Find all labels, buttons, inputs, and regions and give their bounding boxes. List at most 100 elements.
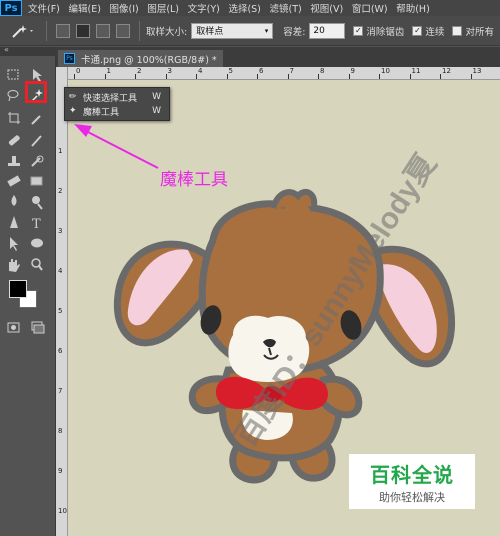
ruler-tick-label: 9 — [350, 67, 355, 75]
tool-highlight-box — [25, 81, 47, 103]
svg-text:T: T — [32, 217, 41, 232]
ruler-tick-label: 3 — [167, 67, 172, 75]
ruler-tick-label: 0 — [76, 67, 81, 75]
subtract-from-selection-button[interactable] — [96, 23, 110, 38]
ruler-tick-label: 9 — [58, 467, 63, 475]
menu-bar: Ps 文件(F) 编辑(E) 图像(I) 图层(L) 文字(Y) 选择(S) 滤… — [0, 0, 500, 16]
ruler-tick-mark — [74, 74, 75, 79]
ruler-vertical[interactable]: 1 2 3 4 5 6 7 8 9 10 — [56, 67, 68, 536]
ps-file-icon: Ps — [64, 53, 75, 64]
intersect-selection-button[interactable] — [116, 23, 130, 38]
ruler-tick-label: 1 — [58, 147, 63, 155]
check-icon: ✓ — [412, 25, 423, 36]
menu-view[interactable]: 视图(V) — [310, 1, 343, 15]
separator — [139, 20, 140, 41]
healing-brush-icon[interactable] — [8, 135, 20, 147]
collapse-arrows-icon: « — [4, 45, 9, 54]
ruler-tick-mark — [318, 74, 319, 79]
ruler-tick-mark — [196, 74, 197, 79]
clone-stamp-icon[interactable] — [8, 156, 20, 166]
ruler-tick-mark — [379, 74, 380, 79]
contiguous-checkbox[interactable]: ✓ 连续 — [412, 24, 444, 38]
ruler-tick-label: 6 — [259, 67, 264, 75]
chevron-updown-icon: ▾ — [264, 26, 269, 35]
quick-mask-icon[interactable] — [7, 322, 20, 333]
tool-flyout-menu: ✏ 快速选择工具 W ✦ 魔棒工具 W — [64, 87, 170, 121]
flyout-item-quick-selection[interactable]: ✏ 快速选择工具 W — [69, 90, 167, 104]
flyout-item-label: 魔棒工具 — [83, 107, 120, 118]
add-to-selection-button[interactable] — [76, 23, 90, 38]
ruler-tick-label: 7 — [58, 387, 63, 395]
magic-wand-icon — [12, 24, 33, 38]
marquee-tool-icon[interactable] — [7, 69, 19, 80]
flyout-item-label: 快速选择工具 — [83, 93, 138, 104]
blur-tool-icon[interactable] — [11, 195, 17, 206]
ruler-tick-label: 10 — [58, 507, 67, 515]
eyedropper-tool-icon[interactable] — [31, 115, 41, 125]
ruler-tick-mark — [165, 74, 167, 79]
menu-select[interactable]: 选择(S) — [228, 1, 260, 15]
type-tool-icon[interactable]: T — [32, 217, 41, 232]
separator — [46, 20, 47, 41]
ruler-tick-label: 5 — [228, 67, 233, 75]
foreground-color-swatch[interactable] — [9, 280, 27, 298]
unchecked-box-icon — [452, 25, 463, 36]
document-tab-title: 卡通.png @ 100%(RGB/8#) * — [81, 54, 217, 66]
ruler-tick-mark — [287, 74, 289, 79]
toolbox: T — [0, 56, 56, 536]
ruler-tick-label: 5 — [58, 307, 63, 315]
pen-tool-icon[interactable] — [10, 216, 18, 228]
antialias-checkbox[interactable]: ✓ 消除锯齿 — [353, 24, 404, 38]
menu-image[interactable]: 图像(I) — [110, 1, 139, 15]
ruler-tick-label: 4 — [198, 67, 203, 75]
screen-mode-icon[interactable] — [31, 321, 45, 334]
photoshop-logo: Ps — [0, 0, 22, 16]
magic-wand-icon: ✦ — [69, 106, 77, 116]
crop-tool-icon[interactable] — [8, 112, 20, 124]
ruler-tick-mark — [104, 74, 106, 79]
history-brush-icon[interactable] — [31, 155, 44, 167]
document-tab[interactable]: Ps 卡通.png @ 100%(RGB/8#) * — [58, 50, 223, 67]
logo-sub-text: 助你轻松解决 — [379, 490, 445, 504]
lasso-tool-icon[interactable] — [7, 90, 19, 102]
menu-file[interactable]: 文件(F) — [28, 1, 60, 15]
eraser-tool-icon[interactable] — [7, 175, 21, 187]
menu-filter[interactable]: 滤镜(T) — [269, 1, 301, 15]
hand-tool-icon[interactable] — [9, 259, 20, 272]
flyout-item-magic-wand[interactable]: ✦ 魔棒工具 W — [69, 104, 167, 118]
brush-tool-icon[interactable] — [31, 135, 42, 147]
sample-size-select[interactable]: 取样点 ▾ — [191, 22, 274, 39]
contiguous-label: 连续 — [425, 26, 445, 38]
ruler-tick-label: 12 — [442, 67, 451, 75]
menu-window[interactable]: 窗口(W) — [352, 1, 388, 15]
menu-type[interactable]: 文字(Y) — [188, 1, 220, 15]
ruler-tick-label: 1 — [106, 67, 111, 75]
antialias-label: 消除锯齿 — [366, 26, 405, 38]
new-selection-button[interactable] — [56, 23, 70, 38]
menu-help[interactable]: 帮助(H) — [396, 1, 430, 15]
gradient-tool-icon[interactable] — [30, 176, 43, 186]
zoom-tool-icon[interactable] — [31, 258, 43, 271]
dodge-tool-icon[interactable] — [32, 196, 43, 210]
ruler-tick-label: 4 — [58, 267, 63, 275]
ruler-tick-mark — [348, 74, 350, 79]
menu-layer[interactable]: 图层(L) — [147, 1, 179, 15]
menu-edit[interactable]: 编辑(E) — [68, 1, 100, 15]
sample-size-value: 取样点 — [196, 27, 224, 37]
ruler-tick-label: 2 — [58, 187, 63, 195]
ruler-horizontal[interactable]: 0 1 2 3 4 5 6 7 8 9 10 11 12 13 — [68, 67, 500, 80]
path-selection-icon[interactable] — [10, 237, 18, 251]
ruler-tick-mark — [226, 74, 228, 79]
tool-preset-picker[interactable] — [6, 20, 40, 42]
tolerance-label: 容差: — [283, 26, 306, 38]
baike-logo: 百科全说 助你轻松解决 — [349, 454, 475, 509]
ellipse-shape-icon[interactable] — [31, 238, 43, 248]
ruler-tick-mark — [409, 74, 411, 79]
tolerance-input[interactable]: 20 — [309, 22, 346, 39]
options-bar: 取样大小: 取样点 ▾ 容差: 20 ✓ 消除锯齿 ✓ 连续 对所有 — [0, 16, 500, 46]
sample-all-layers-checkbox[interactable]: 对所有 — [452, 24, 494, 38]
ruler-tick-label: 13 — [472, 67, 482, 75]
flyout-item-shortcut: W — [152, 92, 161, 102]
ruler-tick-mark — [440, 74, 441, 79]
toolbox-header[interactable]: « — [0, 45, 56, 56]
